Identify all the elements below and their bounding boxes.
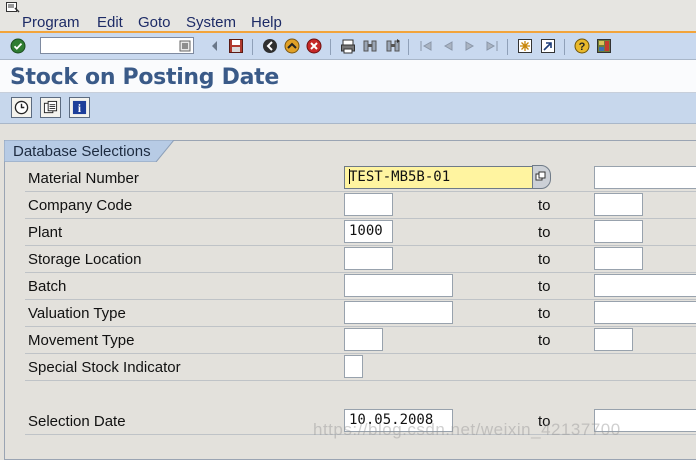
execute-button[interactable] [11, 97, 32, 118]
layout-icon[interactable] [596, 38, 612, 54]
toolbar-separator [252, 39, 253, 55]
special-stock-indicator-input[interactable] [344, 355, 363, 378]
to-label: to [538, 332, 551, 349]
toolbar-separator [507, 39, 508, 55]
title-bar: Stock on Posting Date [0, 60, 696, 93]
movement-type-low-input[interactable] [344, 328, 383, 351]
toolbar-separator [330, 39, 331, 55]
section-title: Database Selections [13, 143, 151, 160]
save-icon[interactable] [228, 38, 244, 54]
field-label: Material Number [28, 170, 139, 187]
plant-low-input[interactable]: 1000 [344, 220, 393, 243]
material-number-low-input[interactable]: TEST-MB5B-01 [344, 166, 534, 189]
menu-goto[interactable]: Goto [138, 14, 171, 31]
row-company-code: Company Code to [25, 192, 696, 219]
svg-text:?: ? [579, 41, 586, 53]
to-label: to [538, 224, 551, 241]
menu-edit[interactable]: Edit [97, 14, 123, 31]
field-label: Storage Location [28, 251, 142, 268]
get-variant-button[interactable] [40, 97, 61, 118]
app-menu-icon[interactable] [6, 1, 20, 13]
field-label: Valuation Type [28, 305, 126, 322]
menu-bar: Program Edit Goto System Help [0, 0, 696, 31]
application-toolbar: i [0, 93, 696, 124]
page-title: Stock on Posting Date [10, 65, 279, 90]
command-history-icon[interactable] [179, 39, 191, 52]
standard-toolbar: ? [0, 31, 696, 60]
cancel-icon[interactable] [306, 38, 322, 54]
back-icon[interactable] [207, 38, 223, 54]
find-icon[interactable] [362, 38, 378, 54]
movement-type-high-input[interactable] [594, 328, 633, 351]
previous-page-icon[interactable] [440, 38, 456, 54]
program-info-icon: i [72, 100, 87, 115]
row-material-number: Material Number TEST-MB5B-01 [25, 165, 696, 192]
multiple-selection-button[interactable] [532, 165, 551, 189]
row-batch: Batch to [25, 273, 696, 300]
find-next-icon[interactable] [385, 38, 401, 54]
storage-location-high-input[interactable] [594, 247, 643, 270]
batch-high-input[interactable] [594, 274, 696, 297]
help-icon[interactable]: ? [574, 38, 590, 54]
field-label: Batch [28, 278, 67, 295]
get-variant-icon [43, 100, 58, 114]
to-label: to [538, 305, 551, 322]
next-page-icon[interactable] [462, 38, 478, 54]
execute-icon [14, 100, 29, 115]
field-label: Selection Date [28, 413, 126, 430]
toolbar-separator [564, 39, 565, 55]
field-label: Movement Type [28, 332, 135, 349]
back-nav-icon[interactable] [262, 38, 278, 54]
row-special-stock-indicator: Special Stock Indicator [25, 354, 696, 381]
storage-location-low-input[interactable] [344, 247, 393, 270]
shortcut-icon[interactable] [540, 38, 556, 54]
to-label: to [538, 278, 551, 295]
batch-low-input[interactable] [344, 274, 453, 297]
toolbar-separator [408, 39, 409, 55]
enter-icon[interactable] [10, 38, 26, 54]
valuation-type-low-input[interactable] [344, 301, 453, 324]
plant-high-input[interactable] [594, 220, 643, 243]
menu-help[interactable]: Help [251, 14, 282, 31]
to-label: to [538, 251, 551, 268]
first-page-icon[interactable] [418, 38, 434, 54]
command-field[interactable] [40, 37, 194, 54]
watermark: https://blog.csdn.net/weixin_42137700 [313, 420, 621, 439]
row-movement-type: Movement Type to [25, 327, 696, 354]
field-label: Company Code [28, 197, 133, 214]
last-page-icon[interactable] [484, 38, 500, 54]
row-valuation-type: Valuation Type to [25, 300, 696, 327]
multiple-selection-icon [535, 171, 546, 181]
exit-icon[interactable] [284, 38, 300, 54]
print-icon[interactable] [340, 38, 356, 54]
company-code-high-input[interactable] [594, 193, 643, 216]
field-label: Special Stock Indicator [28, 359, 181, 376]
row-plant: Plant 1000 to [25, 219, 696, 246]
menu-system[interactable]: System [186, 14, 236, 31]
company-code-low-input[interactable] [344, 193, 393, 216]
material-number-high-input[interactable] [594, 166, 696, 189]
menu-program[interactable]: Program [22, 14, 80, 31]
field-label: Plant [28, 224, 63, 241]
create-session-icon[interactable] [517, 38, 533, 54]
to-label: to [538, 197, 551, 214]
row-storage-location: Storage Location to [25, 246, 696, 273]
svg-text:i: i [78, 103, 81, 115]
valuation-type-high-input[interactable] [594, 301, 696, 324]
program-info-button[interactable]: i [69, 97, 90, 118]
